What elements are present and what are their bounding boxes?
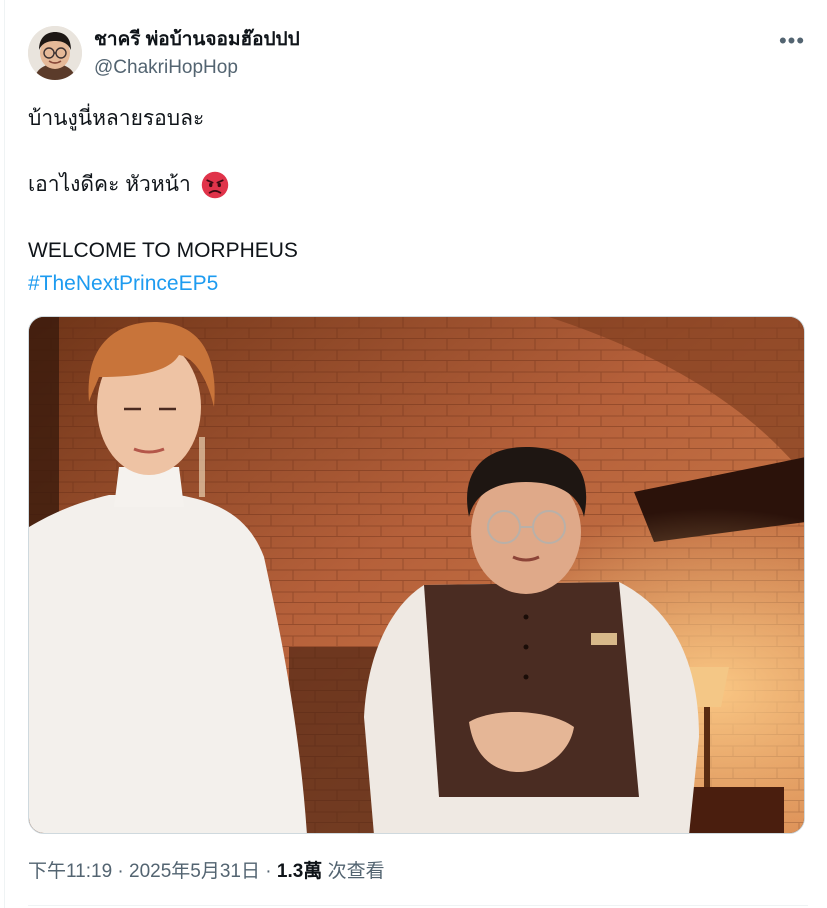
views-count: 1.3萬 xyxy=(276,861,323,882)
author-names: ชาครี พ่อบ้านจอมฮ๊อปปป @ChakriHopHop xyxy=(94,26,300,82)
tweet-meta: 下午11:19 · 2025年5月31日 · 1.3萬 次查看 xyxy=(28,858,385,886)
photo-scene-icon xyxy=(29,317,804,833)
divider xyxy=(28,905,808,906)
angry-face-emoji-icon xyxy=(201,172,228,199)
tweet-media-image[interactable] xyxy=(28,316,805,834)
tweet-header: ชาครี พ่อบ้านจอมฮ๊อปปป @ChakriHopHop ••• xyxy=(28,24,808,84)
tweet-date[interactable]: 2025年5月31日 xyxy=(129,861,260,882)
more-options-button[interactable]: ••• xyxy=(776,26,808,56)
divider xyxy=(4,0,5,908)
tweet-line: WELCOME TO MORPHEUS xyxy=(28,239,298,262)
user-handle[interactable]: @ChakriHopHop xyxy=(94,54,300,82)
tweet-card: ชาครี พ่อบ้านจอมฮ๊อปปป @ChakriHopHop •••… xyxy=(0,0,827,908)
avatar[interactable] xyxy=(28,26,82,80)
tweet-line: เอาไงดีคะ หัวหน้า xyxy=(28,173,191,196)
meta-separator: · xyxy=(112,861,130,882)
meta-separator: · xyxy=(260,861,277,882)
tweet-line: บ้านงูนี่หลายรอบละ xyxy=(28,107,205,130)
tweet-line-with-emoji: เอาไงดีคะ หัวหน้า xyxy=(28,168,788,201)
tweet-time[interactable]: 下午11:19 xyxy=(28,861,112,882)
hashtag-link[interactable]: #TheNextPrinceEP5 xyxy=(28,267,788,300)
more-icon: ••• xyxy=(778,28,806,53)
avatar-portrait-icon xyxy=(28,26,82,80)
views-label: 次查看 xyxy=(322,861,385,882)
display-name[interactable]: ชาครี พ่อบ้านจอมฮ๊อปปป xyxy=(94,26,300,54)
tweet-text: บ้านงูนี่หลายรอบละ เอาไงดีคะ หัวหน้า WEL… xyxy=(28,102,788,300)
